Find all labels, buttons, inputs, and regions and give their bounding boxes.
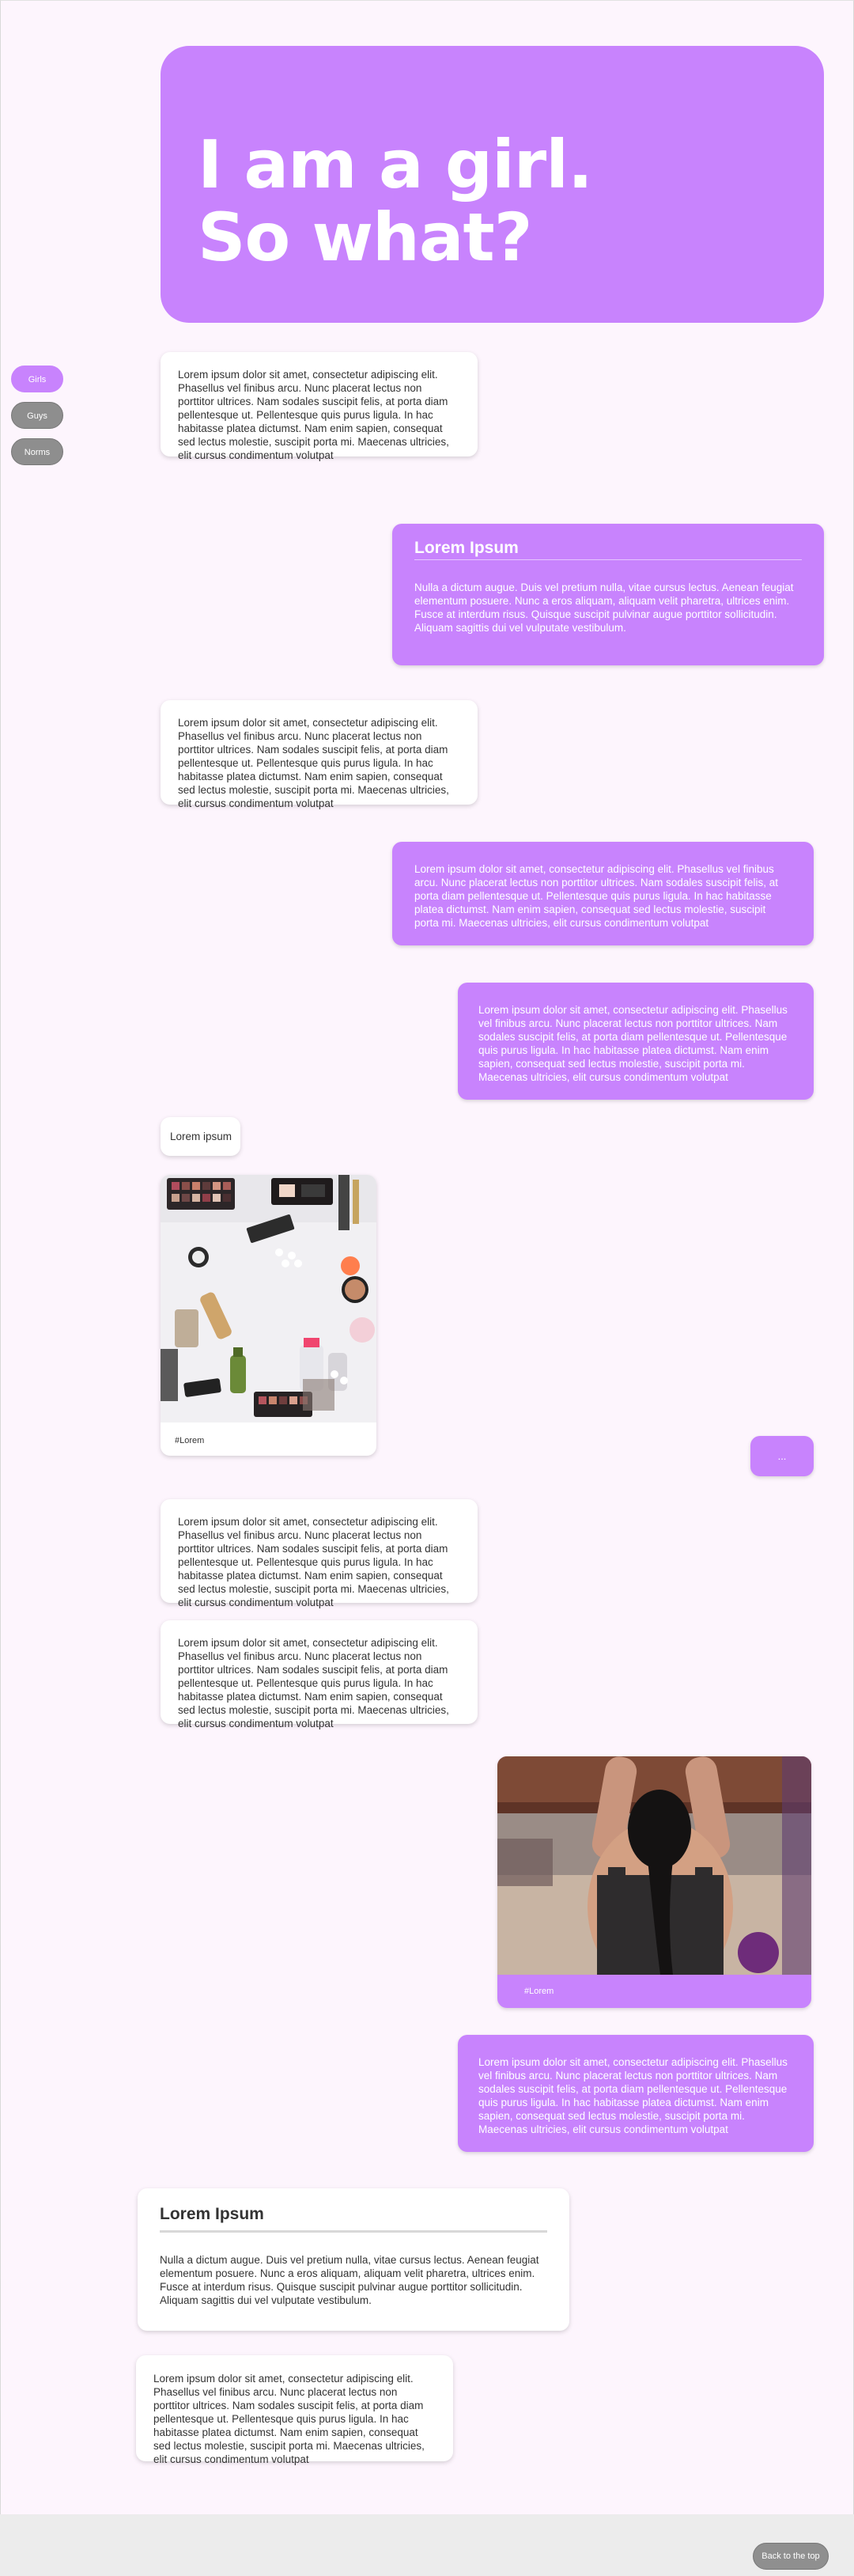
message-card-purple: Lorem ipsum dolor sit amet, consectetur … (458, 2035, 814, 2152)
message-text: Lorem ipsum dolor sit amet, consectetur … (414, 863, 778, 929)
message-text: Nulla a dictum augue. Duis vel pretium n… (414, 581, 794, 634)
message-card: Lorem ipsum dolor sit amet, consectetur … (136, 2355, 453, 2465)
message-text: Lorem ipsum dolor sit amet, consectetur … (153, 2373, 425, 2465)
message-title: Lorem Ipsum (160, 2206, 547, 2233)
message-text: Nulla a dictum augue. Duis vel pretium n… (160, 2254, 539, 2306)
workout-photo (497, 1756, 811, 1975)
message-text: Lorem ipsum dolor sit amet, consectetur … (178, 717, 449, 809)
message-text: Lorem ipsum dolor sit amet, consectetur … (178, 369, 449, 461)
message-card: Lorem ipsum dolor sit amet, consectetur … (161, 352, 478, 461)
message-text: Lorem ipsum dolor sit amet, consectetur … (178, 1637, 449, 1729)
message-card-purple-small: ... (750, 1436, 814, 1476)
nav-pill-guys[interactable]: Guys (11, 402, 63, 429)
hero-title: I am a girl. So what? (198, 128, 824, 274)
message-card: Lorem ipsum dolor sit amet, consectetur … (161, 1620, 478, 1729)
image-message-card-purple: #Lorem (497, 1756, 811, 2008)
footer: Back to the top (0, 2514, 854, 2576)
message-text: Lorem ipsum dolor sit amet, consectetur … (478, 2056, 788, 2135)
message-card-purple: Lorem ipsum dolor sit amet, consectetur … (458, 983, 814, 1100)
message-card-small: Lorem ipsum (161, 1117, 240, 1156)
message-card-purple: Lorem Ipsum Nulla a dictum augue. Duis v… (392, 524, 824, 665)
message-text: Lorem ipsum (170, 1131, 232, 1142)
nav-pill-girls[interactable]: Girls (11, 366, 63, 392)
back-to-top-button[interactable]: Back to the top (753, 2543, 829, 2570)
image-caption: #Lorem (175, 1436, 205, 1445)
hero-title-line-2: So what? (198, 199, 532, 276)
cosmetics-photo (161, 1175, 376, 1422)
message-text: ... (777, 1450, 787, 1462)
nav-pill-norms[interactable]: Norms (11, 438, 63, 465)
message-title: Lorem Ipsum (414, 540, 802, 560)
message-text: Lorem ipsum dolor sit amet, consectetur … (478, 1004, 788, 1083)
message-card: Lorem ipsum dolor sit amet, consectetur … (161, 1499, 478, 1608)
side-nav: Girls Guys Norms (11, 366, 65, 475)
image-message-card: #Lorem (161, 1175, 376, 1456)
hero-banner: I am a girl. So what? (161, 46, 824, 323)
hero-title-line-1: I am a girl. (198, 126, 593, 203)
message-card: Lorem ipsum dolor sit amet, consectetur … (161, 700, 478, 809)
message-card-titled: Lorem Ipsum Nulla a dictum augue. Duis v… (138, 2188, 569, 2331)
message-text: Lorem ipsum dolor sit amet, consectetur … (178, 1516, 449, 1608)
image-caption: #Lorem (524, 1987, 554, 1996)
message-card-purple: Lorem ipsum dolor sit amet, consectetur … (392, 842, 814, 945)
